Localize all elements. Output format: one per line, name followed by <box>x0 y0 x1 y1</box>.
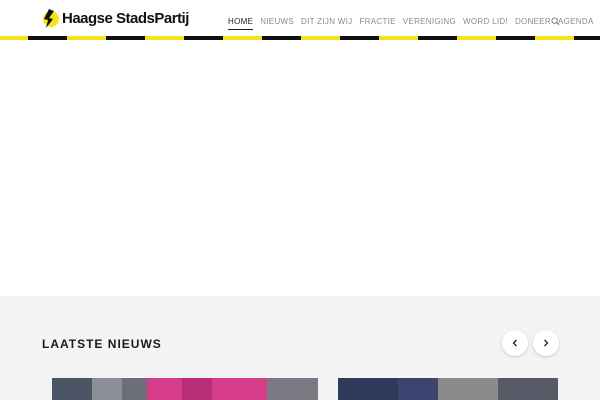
nav-item-fractie[interactable]: FRACTIE <box>359 17 395 26</box>
nav-item-word-lid[interactable]: WORD LID! <box>463 17 508 26</box>
nav-item-dit-zijn-wij[interactable]: DIT ZIJN WIJ <box>301 17 352 26</box>
logo-mark-icon <box>43 9 59 28</box>
carousel-prev-button[interactable] <box>502 330 528 356</box>
chevron-right-icon <box>544 339 549 347</box>
hero-area <box>0 40 600 296</box>
carousel-next-button[interactable] <box>533 330 559 356</box>
brand-name: Haagse StadsPartij <box>62 9 189 27</box>
news-card-image[interactable] <box>52 378 318 400</box>
section-title: LAATSTE NIEUWS <box>42 337 162 351</box>
search-icon[interactable] <box>551 17 560 26</box>
nav-item-home[interactable]: HOME <box>228 17 254 30</box>
site-header: Haagse StadsPartij HOME NIEUWS DIT ZIJN … <box>0 0 600 36</box>
nav-item-doneer[interactable]: DONEER <box>515 17 551 26</box>
main-nav: HOME NIEUWS DIT ZIJN WIJ FRACTIE VERENIG… <box>228 17 600 30</box>
news-card-image[interactable] <box>338 378 558 400</box>
nav-item-vereniging[interactable]: VERENIGING <box>403 17 456 26</box>
logo[interactable]: Haagse StadsPartij <box>40 7 189 29</box>
chevron-left-icon <box>512 339 517 347</box>
latest-news-section: LAATSTE NIEUWS <box>0 296 600 400</box>
nav-item-agenda[interactable]: AGENDA <box>558 17 594 26</box>
nav-item-nieuws[interactable]: NIEUWS <box>260 17 294 26</box>
